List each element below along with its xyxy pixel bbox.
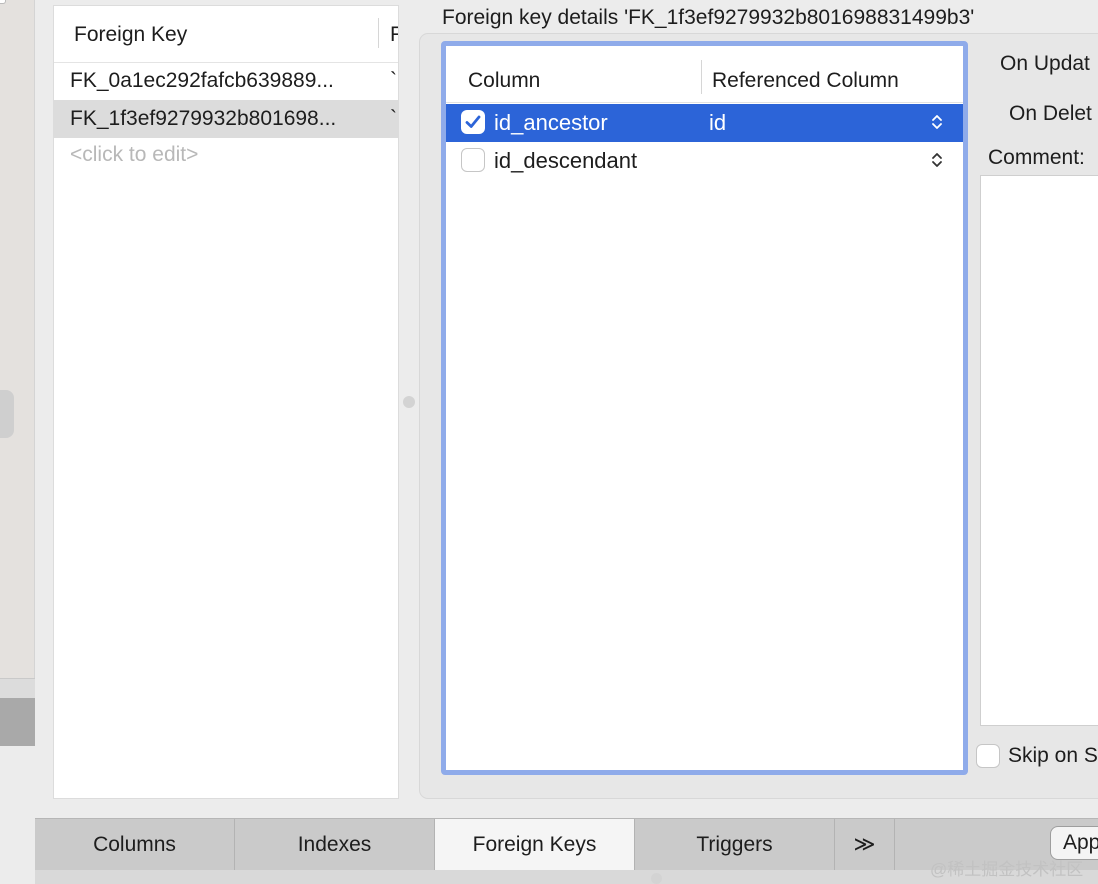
foreign-key-row-selected[interactable]: FK_1f3ef9279932b801698... ` [54, 100, 398, 138]
watermark: @稀土掘金技术社区 [930, 860, 1084, 879]
tab-triggers[interactable]: Triggers [635, 819, 835, 871]
column-checkbox[interactable] [461, 148, 485, 172]
tab-indexes[interactable]: Indexes [235, 819, 435, 871]
tab-columns[interactable]: Columns [35, 819, 235, 871]
skip-label: Skip on S [1008, 744, 1098, 767]
header-second-column[interactable]: F [390, 23, 398, 47]
foreign-key-list[interactable]: Foreign Key F FK_0a1ec292fafcb639889... … [53, 5, 399, 799]
column-mapping-table[interactable]: Column Referenced Column id_ancestor id … [441, 41, 968, 775]
sidebar-footer [0, 678, 35, 698]
horizontal-splitter-handle[interactable] [651, 873, 662, 884]
column-name: id_descendant [494, 148, 638, 173]
column-row-selected[interactable]: id_ancestor id [446, 104, 963, 142]
foreign-key-second: ` [390, 107, 397, 130]
header-column[interactable]: Column [468, 69, 540, 93]
popup-chevrons-icon[interactable] [930, 112, 944, 132]
sidebar-footer-band [0, 698, 35, 746]
popup-chevrons-icon[interactable] [930, 150, 944, 170]
foreign-key-name: FK_0a1ec292fafcb639889... [70, 69, 334, 92]
sidebar-scroll-handle[interactable] [0, 390, 14, 438]
more-tabs-icon[interactable]: ≫ [835, 819, 895, 871]
tab-foreign-keys[interactable]: Foreign Keys [435, 819, 635, 871]
on-delete-label: On Delet [1009, 102, 1092, 125]
foreign-key-second: ` [390, 69, 397, 92]
comment-label: Comment: [988, 146, 1085, 169]
sidebar-footer-base [0, 746, 35, 884]
column-checkbox-checked[interactable] [461, 110, 485, 134]
header-referenced-column[interactable]: Referenced Column [712, 69, 899, 93]
column-name: id_ancestor [494, 110, 608, 135]
vertical-splitter-handle[interactable] [403, 396, 415, 408]
foreign-key-name: FK_1f3ef9279932b801698... [70, 107, 337, 130]
on-update-label: On Updat [1000, 52, 1090, 75]
foreign-key-list-header: Foreign Key F [54, 6, 398, 63]
header-separator [701, 60, 702, 94]
details-title: Foreign key details 'FK_1f3ef9279932b801… [442, 6, 975, 29]
checkmark-icon [465, 115, 481, 128]
header-separator [378, 18, 379, 48]
column-row[interactable]: id_descendant [446, 142, 963, 180]
header-foreign-key[interactable]: Foreign Key [74, 23, 187, 47]
referenced-column-value[interactable]: id [709, 110, 726, 136]
foreign-key-row[interactable]: FK_0a1ec292fafcb639889... ` [54, 62, 398, 100]
column-table-header: Column Referenced Column [446, 46, 963, 103]
add-foreign-key-placeholder[interactable]: <click to edit> [70, 143, 198, 167]
skip-checkbox[interactable] [976, 744, 1000, 768]
comment-textarea[interactable] [980, 175, 1098, 726]
